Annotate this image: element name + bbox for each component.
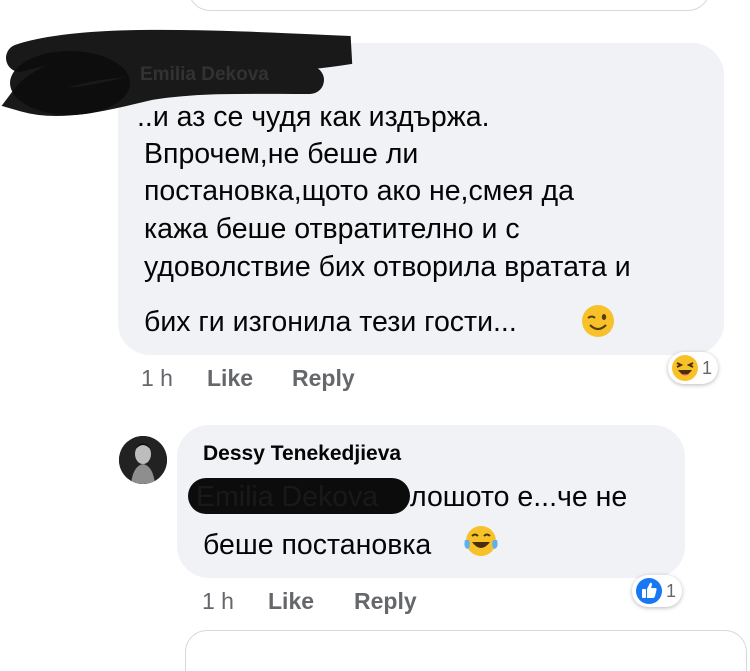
- comment-text-line: ..и аз се чудя как издържа.: [137, 101, 490, 133]
- reply-button[interactable]: Reply: [354, 588, 417, 615]
- reaction-summary[interactable]: 1: [632, 575, 683, 607]
- comment-text-line: удоволствие бих отворила вратата и: [144, 251, 631, 283]
- tears-of-joy-emoji: [464, 526, 498, 556]
- comment-text-line: Впрочем,не беше ли: [144, 138, 419, 170]
- previous-comment-bubble-edge: [188, 0, 710, 11]
- like-thumbs-up-icon: [636, 578, 662, 604]
- avatar[interactable]: [119, 436, 167, 484]
- comment-text-line: лошото е...че не: [410, 481, 628, 513]
- reaction-count: 1: [702, 357, 713, 378]
- comment-author[interactable]: Dessy Tenekedjieva: [203, 442, 401, 466]
- comment-timestamp[interactable]: 1 h: [141, 365, 173, 392]
- like-button[interactable]: Like: [207, 365, 253, 392]
- comment-text-line: кажа беше отвратително и с: [144, 213, 520, 245]
- mention-text: Emilia Dekova: [196, 481, 379, 513]
- comment-text-line: постановка,щото ако не,смея да: [144, 175, 575, 207]
- reply-button[interactable]: Reply: [292, 365, 355, 392]
- reaction-count: 1: [666, 580, 677, 601]
- comment-timestamp[interactable]: 1 h: [202, 588, 234, 615]
- reaction-summary[interactable]: 1: [668, 352, 719, 384]
- next-comment-bubble-edge: [185, 630, 747, 671]
- haha-laugh-emoji: [672, 355, 698, 381]
- like-button[interactable]: Like: [268, 588, 314, 615]
- comment-author-redacted[interactable]: Emilia Dekova: [140, 64, 269, 86]
- comment-text-line: бих ги изгонила тези гости...: [144, 306, 517, 338]
- comment-text-line: беше постановка: [203, 529, 432, 561]
- wink-emoji: [582, 305, 614, 337]
